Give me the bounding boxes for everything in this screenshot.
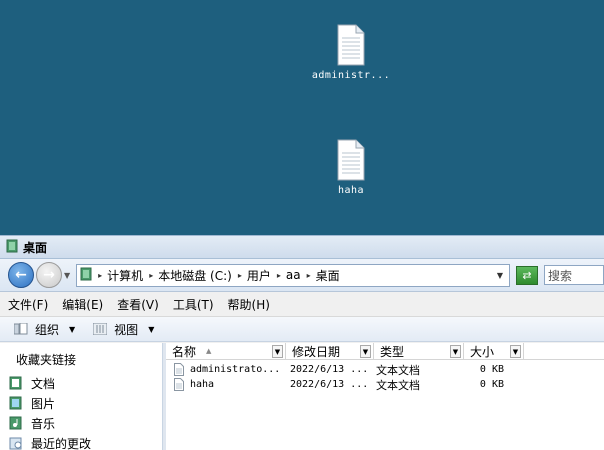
- pictures-icon: [9, 396, 23, 410]
- address-bar: ← → ▼ ▸ 计算机 ▸ 本地磁盘 (C:) ▸ 用户 ▸ aa ▸ 桌面 ▼…: [0, 259, 604, 292]
- recent-pages-dropdown[interactable]: ▼: [64, 271, 70, 280]
- file-type: 文本文档: [376, 377, 466, 393]
- chevron-right-icon[interactable]: ▸: [277, 271, 281, 280]
- address-field[interactable]: ▸ 计算机 ▸ 本地磁盘 (C:) ▸ 用户 ▸ aa ▸ 桌面 ▼: [76, 264, 510, 287]
- file-date: 2022/6/13 ...: [286, 379, 376, 390]
- breadcrumb-desktop[interactable]: 桌面: [316, 267, 340, 284]
- search-input[interactable]: 搜索: [544, 265, 604, 285]
- chevron-down-icon[interactable]: ▼: [272, 345, 283, 358]
- file-list: 名称 ▲ ▼ 修改日期 ▼ 类型 ▼ 大小 ▼: [166, 343, 604, 450]
- chevron-right-icon[interactable]: ▸: [238, 271, 242, 280]
- organize-label: 组织: [35, 321, 59, 338]
- nav-item-recent-changes[interactable]: 最近的更改: [0, 433, 162, 450]
- command-toolbar: 组织 ▼ 视图 ▼: [0, 317, 604, 342]
- chevron-right-icon[interactable]: ▸: [307, 271, 311, 280]
- text-file-icon: [174, 378, 184, 391]
- nav-item-label: 音乐: [31, 415, 55, 432]
- file-type: 文本文档: [376, 362, 466, 378]
- file-name: haha: [190, 379, 214, 390]
- views-button[interactable]: 视图 ▼: [93, 321, 154, 338]
- menu-help[interactable]: 帮助(H): [228, 296, 270, 313]
- chevron-down-icon[interactable]: ▼: [497, 271, 503, 280]
- chevron-down-icon[interactable]: ▼: [450, 345, 461, 358]
- column-name-label: 名称: [172, 343, 196, 360]
- column-date-modified[interactable]: 修改日期 ▼: [286, 343, 374, 359]
- breadcrumb-local-disk[interactable]: 本地磁盘 (C:): [158, 267, 232, 284]
- folder-icon: [6, 239, 18, 256]
- folder-icon: [80, 267, 92, 284]
- navigation-pane: 收藏夹链接 文档 图片 音乐: [0, 343, 163, 450]
- file-row[interactable]: administrato... 2022/6/13 ... 文本文档 0 KB: [166, 362, 604, 377]
- column-size[interactable]: 大小 ▼: [464, 343, 524, 359]
- chevron-down-icon[interactable]: ▼: [360, 345, 371, 358]
- file-name-cell: haha: [166, 378, 286, 391]
- nav-item-pictures[interactable]: 图片: [0, 393, 162, 413]
- file-size: 0 KB: [466, 379, 514, 390]
- breadcrumb-computer[interactable]: 计算机: [107, 267, 143, 284]
- column-header-row: 名称 ▲ ▼ 修改日期 ▼ 类型 ▼ 大小 ▼: [166, 343, 604, 360]
- views-label: 视图: [114, 321, 138, 338]
- back-button[interactable]: ←: [8, 262, 34, 288]
- menu-bar: 文件(F) 编辑(E) 查看(V) 工具(T) 帮助(H): [0, 292, 604, 317]
- window-title: 桌面: [23, 239, 47, 256]
- chevron-down-icon[interactable]: ▼: [510, 345, 521, 358]
- menu-file[interactable]: 文件(F): [8, 296, 48, 313]
- file-name: administrato...: [190, 364, 280, 375]
- column-size-label: 大小: [470, 343, 494, 360]
- refresh-icon: ⇄: [522, 269, 531, 282]
- favorites-header: 收藏夹链接: [0, 343, 162, 368]
- nav-item-music[interactable]: 音乐: [0, 413, 162, 433]
- chevron-right-icon[interactable]: ▸: [98, 271, 102, 280]
- file-row[interactable]: haha 2022/6/13 ... 文本文档 0 KB: [166, 377, 604, 392]
- desktop-icon-haha-file[interactable]: haha: [306, 139, 396, 196]
- arrow-left-icon: ←: [15, 267, 27, 283]
- column-type[interactable]: 类型 ▼: [374, 343, 464, 359]
- text-file-icon: [336, 24, 366, 64]
- menu-view[interactable]: 查看(V): [117, 296, 159, 313]
- music-icon: [9, 416, 23, 430]
- explorer-window: 桌面 ← → ▼ ▸ 计算机 ▸ 本地磁盘 (C:) ▸ 用户 ▸ aa ▸ 桌…: [0, 235, 604, 450]
- desktop-icon-administrator-file[interactable]: administr...: [306, 24, 396, 81]
- nav-item-label: 图片: [31, 395, 55, 412]
- file-date: 2022/6/13 ...: [286, 364, 376, 375]
- sort-ascending-icon: ▲: [206, 347, 211, 355]
- forward-button[interactable]: →: [36, 262, 62, 288]
- nav-item-label: 最近的更改: [31, 435, 91, 450]
- organize-button[interactable]: 组织 ▼: [14, 321, 75, 338]
- menu-edit[interactable]: 编辑(E): [62, 296, 103, 313]
- breadcrumb-aa[interactable]: aa: [286, 268, 301, 282]
- text-file-icon: [174, 363, 184, 376]
- nav-item-label: 文档: [31, 375, 55, 392]
- column-type-label: 类型: [380, 343, 404, 360]
- desktop-icon-label: haha: [306, 185, 396, 196]
- column-date-label: 修改日期: [292, 343, 340, 360]
- content-area: 收藏夹链接 文档 图片 音乐: [0, 343, 604, 450]
- documents-icon: [9, 376, 23, 390]
- column-name[interactable]: 名称 ▲ ▼: [166, 343, 286, 359]
- arrow-right-icon: →: [43, 267, 55, 283]
- views-icon: [93, 323, 107, 335]
- file-size: 0 KB: [466, 364, 514, 375]
- title-bar[interactable]: 桌面: [0, 236, 604, 259]
- recent-changes-icon: [9, 436, 23, 450]
- menu-tools[interactable]: 工具(T): [173, 296, 214, 313]
- desktop-icon-label: administr...: [306, 70, 396, 81]
- file-name-cell: administrato...: [166, 363, 286, 376]
- refresh-button[interactable]: ⇄: [516, 266, 538, 285]
- chevron-down-icon: ▼: [148, 325, 154, 334]
- breadcrumb-users[interactable]: 用户: [247, 267, 271, 284]
- search-placeholder: 搜索: [548, 267, 572, 284]
- nav-item-documents[interactable]: 文档: [0, 373, 162, 393]
- text-file-icon: [336, 139, 366, 179]
- organize-icon: [14, 323, 28, 335]
- chevron-right-icon[interactable]: ▸: [149, 271, 153, 280]
- chevron-down-icon: ▼: [69, 325, 75, 334]
